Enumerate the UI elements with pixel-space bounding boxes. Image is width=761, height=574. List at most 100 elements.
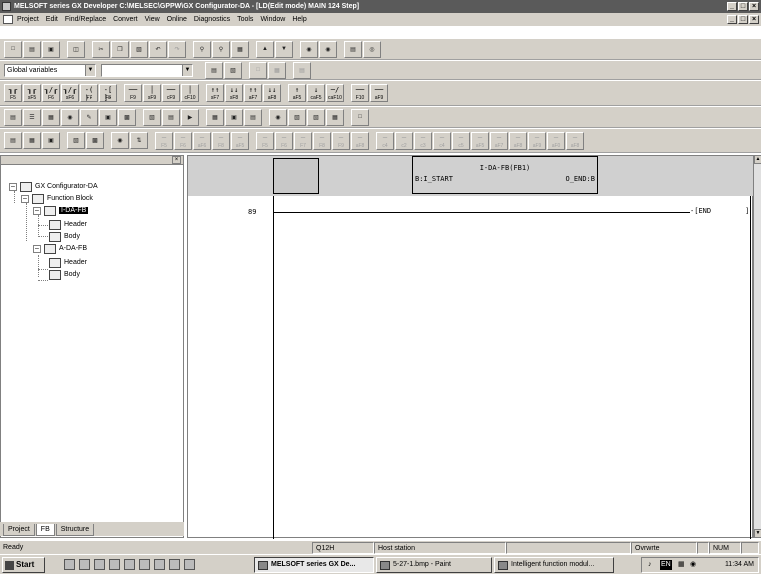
sfc-diagram-icon[interactable]: ▦ — [23, 132, 41, 149]
ladder-key-sf8[interactable]: ↓↓ sF8 — [225, 84, 243, 102]
quicklaunch-explorer-icon[interactable] — [64, 559, 75, 570]
ladder-key-f5[interactable]: ┒┎ F5 — [4, 84, 22, 102]
quicklaunch-media-icon[interactable] — [109, 559, 120, 570]
menu-online[interactable]: Online — [167, 16, 187, 23]
language-indicator[interactable]: EN — [660, 560, 672, 570]
ladder-key-af9[interactable]: ── aF9 — [370, 84, 388, 102]
cross-reference-icon[interactable]: ▦ — [231, 40, 249, 58]
sfc-key-10[interactable]: ─ aF8 — [351, 131, 369, 150]
menu-find-replace[interactable]: Find/Replace — [65, 16, 106, 23]
monitor-icon[interactable]: ◉ — [300, 40, 318, 58]
menu-view[interactable]: View — [145, 16, 160, 23]
tree-node-a-da-fb[interactable]: – A-DA-FB — [33, 243, 87, 254]
menu-convert[interactable]: Convert — [113, 16, 138, 23]
new-project-icon[interactable]: □ — [4, 40, 22, 58]
sfc-monitor-icon[interactable]: ◉ — [111, 132, 129, 149]
fb-edit-icon[interactable]: ▧ — [307, 108, 325, 126]
sfc-key-18[interactable]: ─ aF8 — [509, 131, 527, 150]
tree-node-i-da-fb-body[interactable]: Body — [49, 231, 80, 242]
ladder-key-f7[interactable]: -( )- F7 — [80, 84, 98, 102]
sfc-key-6[interactable]: ─ F6 — [275, 131, 293, 150]
quicklaunch-paint-icon[interactable] — [139, 559, 150, 570]
chevron-down-icon[interactable]: ▼ — [85, 64, 95, 76]
menu-help[interactable]: Help — [292, 16, 306, 23]
sfc-key-16[interactable]: ─ aF5 — [471, 131, 489, 150]
mdi-close-icon[interactable]: × — [749, 15, 759, 24]
ladder-key-caf10[interactable]: ─/caF10 — [326, 84, 344, 102]
ladder-key-sf6[interactable]: ┒/┎ sF6 — [61, 84, 79, 102]
tree-node-i-da-fb-header[interactable]: Header — [49, 219, 87, 230]
collapse-icon[interactable]: – — [33, 206, 41, 215]
ladder-key-caf5[interactable]: ↓ caF5 — [307, 84, 325, 102]
sfc-key-9[interactable]: ─ F9 — [332, 131, 350, 150]
list-mode-icon[interactable]: ☰ — [23, 108, 41, 126]
sfc-auto-scroll-icon[interactable]: ⇅ — [130, 132, 148, 149]
tray-app-icon[interactable]: ◉ — [690, 558, 696, 572]
mdi-minimize-icon[interactable]: _ — [727, 15, 737, 24]
device-test-icon[interactable]: ▧ — [143, 108, 161, 126]
ladder-key-sf5[interactable]: ┒┎ sF5 — [23, 84, 41, 102]
sfc-key-20[interactable]: ─ aF0 — [547, 131, 565, 150]
ladder-key-cf10[interactable]: │ cF10 — [181, 84, 199, 102]
ladder-key-af8[interactable]: ↓↓ aF8 — [263, 84, 281, 102]
device-batch-icon[interactable]: ▦ — [206, 108, 224, 126]
undo-icon[interactable]: ↶ — [149, 40, 167, 58]
start-button[interactable]: Start — [2, 557, 45, 573]
ladder-key-af5[interactable]: ↑ aF5 — [288, 84, 306, 102]
ladder-key-sf7[interactable]: ↑↑ sF7 — [206, 84, 224, 102]
find-instruction-icon[interactable]: ⚲ — [212, 40, 230, 58]
quicklaunch-calc-icon[interactable] — [169, 559, 180, 570]
redo-icon[interactable]: ↷ — [168, 40, 186, 58]
sfc-key-21[interactable]: ─ aF8 — [566, 131, 584, 150]
task-intelligent-function[interactable]: Intelligent function modul... — [494, 557, 614, 573]
network-icon[interactable]: ▦ — [678, 558, 685, 572]
sfc-key-2[interactable]: ─ aF6 — [193, 131, 211, 150]
tree-node-a-da-fb-header[interactable]: Header — [49, 257, 87, 268]
close-icon[interactable]: × — [749, 2, 759, 11]
ladder-list-icon[interactable]: ▦ — [42, 108, 60, 126]
minimize-icon[interactable]: _ — [727, 2, 737, 11]
sfc-key-4[interactable]: ─ aF5 — [231, 131, 249, 150]
buffer-memory-icon[interactable]: ▣ — [225, 108, 243, 126]
fb-instance-icon[interactable]: ▧ — [288, 108, 306, 126]
ladder-key-f9[interactable]: ── F9 — [124, 84, 142, 102]
tree-node-root[interactable]: – GX Configurator-DA — [9, 181, 98, 192]
tab-structure[interactable]: Structure — [55, 524, 95, 536]
program-list-icon[interactable]: ▤ — [205, 61, 223, 79]
ladder-key-af7[interactable]: ↑↑ aF7 — [244, 84, 262, 102]
sfc-key-8[interactable]: ─ F8 — [313, 131, 331, 150]
menu-project[interactable]: Project — [17, 16, 39, 23]
fb-convert-icon[interactable]: ▦ — [326, 108, 344, 126]
scroll-down-icon[interactable]: ▼ — [754, 529, 761, 538]
sfc-key-12[interactable]: ─ c2 — [395, 131, 413, 150]
document-icon[interactable] — [3, 15, 13, 24]
task-gx-developer[interactable]: MELSOFT series GX De... — [254, 557, 374, 573]
quicklaunch-misc-icon[interactable] — [184, 559, 195, 570]
ladder-key-sf9[interactable]: │ sF9 — [143, 84, 161, 102]
sfc-block-list-icon[interactable]: ▤ — [4, 132, 22, 149]
fb-instance-box[interactable]: I-DA-FB(FB1) B:I_START O_END:B — [412, 156, 598, 194]
sfc-key-19[interactable]: ─ aF9 — [528, 131, 546, 150]
monitor-write-icon[interactable]: ◉ — [319, 40, 337, 58]
vertical-scrollbar[interactable]: ▲ ▼ — [753, 155, 761, 538]
sfc-key-7[interactable]: ─ F7 — [294, 131, 312, 150]
quicklaunch-browser-icon[interactable] — [94, 559, 105, 570]
paste-icon[interactable]: ▧ — [130, 40, 148, 58]
quicklaunch-window-icon[interactable] — [154, 559, 165, 570]
write-plc-icon[interactable]: ▲ — [256, 40, 274, 58]
simulate-icon[interactable]: ◉ — [269, 108, 287, 126]
sfc-zoom-icon[interactable]: ▧ — [67, 132, 85, 149]
task-paint[interactable]: 5-27-1.bmp - Paint — [376, 557, 492, 573]
sfc-key-13[interactable]: ─ c3 — [414, 131, 432, 150]
menu-tools[interactable]: Tools — [237, 16, 253, 23]
chevron-down-icon[interactable]: ▼ — [182, 64, 192, 76]
quicklaunch-desktop-icon[interactable] — [79, 559, 90, 570]
trace-icon[interactable]: ▤ — [244, 108, 262, 126]
sfc-key-0[interactable]: ─ F5 — [155, 131, 173, 150]
sfc-key-14[interactable]: ─ c4 — [433, 131, 451, 150]
copy-icon[interactable]: ❐ — [111, 40, 129, 58]
ladder-key-cf9[interactable]: ── cF9 — [162, 84, 180, 102]
comment-icon[interactable]: □ — [249, 61, 267, 79]
sfc-key-5[interactable]: ─ F5 — [256, 131, 274, 150]
tree-node-a-da-fb-body[interactable]: Body — [49, 269, 80, 280]
